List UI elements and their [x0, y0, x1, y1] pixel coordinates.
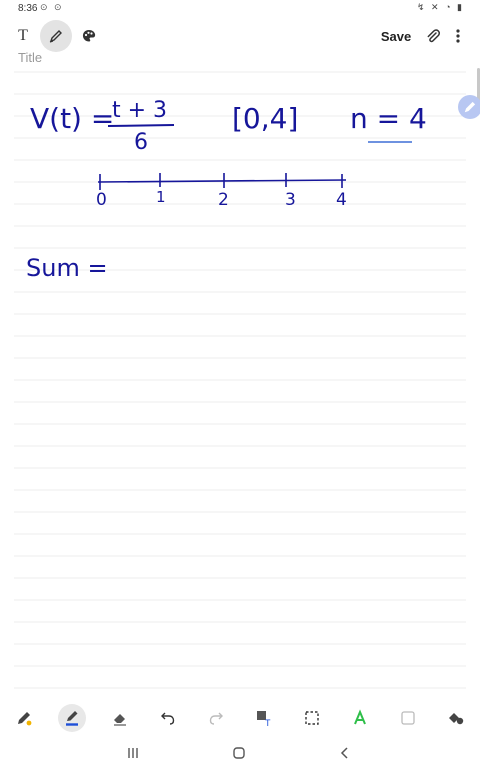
- fill-tool-button[interactable]: [442, 704, 470, 732]
- tick-label-4: 4: [336, 190, 347, 210]
- more-options-button[interactable]: [448, 20, 468, 52]
- tick-label-0: 0: [96, 190, 107, 210]
- attach-icon: [427, 29, 441, 43]
- undo-icon: [161, 712, 175, 725]
- ink-v-lhs: V(t) =: [30, 102, 115, 135]
- ink-denominator: 6: [134, 130, 148, 155]
- ruled-lines: [14, 71, 466, 689]
- palette-icon: [82, 30, 96, 42]
- fill-icon: [449, 713, 464, 725]
- text-tool-button[interactable]: T: [8, 20, 38, 52]
- back-icon: [340, 747, 348, 759]
- highlighter-icon: [66, 711, 78, 726]
- square-icon: [401, 711, 415, 725]
- top-toolbar: T Save: [0, 18, 480, 54]
- save-button[interactable]: Save: [376, 20, 416, 52]
- ink-n-equals: n = 4: [350, 102, 427, 135]
- background-button[interactable]: [394, 704, 422, 732]
- more-icon: [456, 29, 460, 43]
- shape-icon: [354, 709, 366, 725]
- eraser-tool-button[interactable]: [106, 704, 134, 732]
- pen-mode-button[interactable]: [40, 20, 72, 52]
- tick-label-1: 1: [156, 188, 166, 206]
- selection-tool-button[interactable]: [298, 704, 326, 732]
- palette-button[interactable]: [76, 20, 102, 52]
- pen-icon: [464, 101, 476, 113]
- notification-icons: ⊙ ⊙: [40, 2, 64, 12]
- shape-recognition-button[interactable]: [346, 704, 374, 732]
- home-button[interactable]: [224, 742, 254, 764]
- recents-icon: [128, 748, 138, 758]
- recents-button[interactable]: [118, 742, 148, 764]
- status-time: 8:36: [18, 3, 38, 14]
- ink-interval: [0,4]: [232, 102, 299, 135]
- undo-button[interactable]: [154, 704, 182, 732]
- floating-pen-button[interactable]: [458, 95, 480, 119]
- fraction-bar: [107, 124, 175, 127]
- n-underline: [368, 141, 412, 143]
- status-bar: 8:36 ⊙ ⊙ ↯ ✕ ◔ ▮: [0, 0, 480, 18]
- home-icon: [233, 747, 245, 759]
- ink-sum-label: Sum =: [26, 254, 108, 282]
- redo-icon: [209, 712, 223, 725]
- note-canvas[interactable]: V(t) = t + 3 6 [0,4] n = 4 0 1 2 3 4 Sum…: [0, 66, 480, 698]
- navigation-bar: [0, 736, 480, 768]
- redo-button[interactable]: [202, 704, 230, 732]
- back-button[interactable]: [330, 742, 360, 764]
- highlighter-tool-button[interactable]: [58, 704, 86, 732]
- ink-numerator: t + 3: [112, 98, 168, 123]
- svg-text:T: T: [265, 718, 271, 727]
- pen-tool-button[interactable]: [10, 704, 38, 732]
- system-status-icons: ↯ ✕ ◔ ▮: [417, 2, 464, 12]
- text-icon: T: [18, 27, 28, 44]
- attach-button[interactable]: [420, 20, 446, 52]
- pen-icon: [49, 30, 62, 43]
- drawing-toolbar: T: [0, 700, 480, 736]
- text-box-icon: T: [257, 711, 271, 727]
- text-box-button[interactable]: T: [250, 704, 278, 732]
- pen-icon: [18, 712, 32, 726]
- note-title-input[interactable]: [18, 50, 318, 65]
- selection-icon: [305, 711, 319, 725]
- eraser-icon: [114, 714, 126, 726]
- tick-label-3: 3: [285, 190, 296, 210]
- tick-label-2: 2: [218, 190, 229, 210]
